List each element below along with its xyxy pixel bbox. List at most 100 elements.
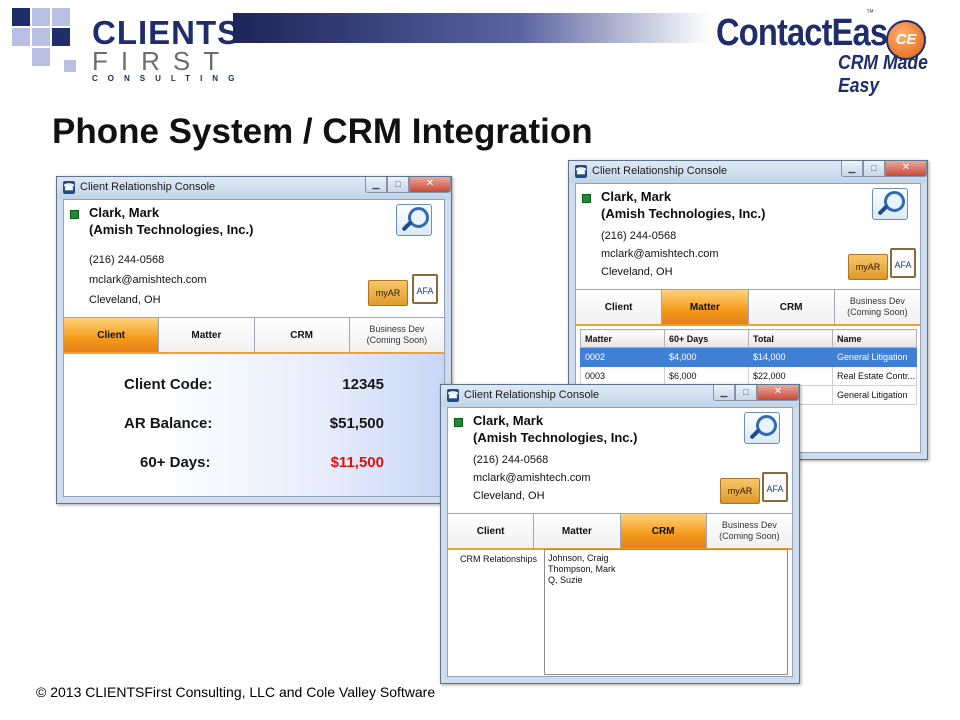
contact-name: Clark, Mark <box>89 205 160 220</box>
tab-crm[interactable]: CRM <box>254 318 350 352</box>
close-button[interactable]: ✕ <box>885 161 927 177</box>
contact-phone[interactable]: (216) 244-0568 <box>89 254 164 266</box>
tab-business-dev-label: Business Dev <box>721 520 777 530</box>
console-body: Clark, Mark (Amish Technologies, Inc.) (… <box>63 199 445 497</box>
magnifier-icon <box>756 415 777 436</box>
console-body: Clark, Mark (Amish Technologies, Inc.) (… <box>447 407 793 677</box>
contactease-tagline: CRM Made Easy <box>838 52 928 97</box>
logo-line-consulting: CONSULTING <box>92 74 245 83</box>
cell-total: $22,000 <box>748 366 833 386</box>
table-row[interactable]: 0002 $4,000 $14,000 General Litigation <box>580 347 917 367</box>
tab-business-dev[interactable]: Business Dev (Coming Soon) <box>834 290 920 324</box>
contactease-name: ContactEase <box>716 12 905 54</box>
contact-company: (Amish Technologies, Inc.) <box>473 430 638 445</box>
tab-matter[interactable]: Matter <box>159 318 255 352</box>
tab-client[interactable]: Client <box>448 514 535 548</box>
column-header-matter[interactable]: Matter <box>580 329 665 348</box>
phone-app-icon: ☎ <box>63 181 75 194</box>
slide-footer: © 2013 CLIENTSFirst Consulting, LLC and … <box>36 684 436 700</box>
myar-button[interactable]: myAR <box>368 280 408 306</box>
contact-location: Cleveland, OH <box>601 266 673 278</box>
column-header-name[interactable]: Name <box>832 329 917 348</box>
window-title: Client Relationship Console <box>80 181 216 193</box>
ar-balance-value: $51,500 <box>329 415 384 432</box>
logo-line-clients: CLIENTS <box>92 14 241 51</box>
afa-button[interactable]: AFA <box>890 248 916 278</box>
cell-60-days: $6,000 <box>664 366 749 386</box>
tab-matter[interactable]: Matter <box>534 514 621 548</box>
contact-location: Cleveland, OH <box>89 294 161 306</box>
minimize-button[interactable]: ▁ <box>713 385 735 401</box>
close-button[interactable]: ✕ <box>757 385 799 401</box>
tab-crm[interactable]: CRM <box>620 514 707 548</box>
myar-button[interactable]: myAR <box>720 478 760 504</box>
contact-email[interactable]: mclark@amishtech.com <box>601 248 719 260</box>
minimize-button[interactable]: ▁ <box>841 161 863 177</box>
contact-name-block: Clark, Mark (Amish Technologies, Inc.) <box>601 188 765 222</box>
contact-name-block: Clark, Mark (Amish Technologies, Inc.) <box>473 412 637 446</box>
contact-location: Cleveland, OH <box>473 490 545 502</box>
phone-app-icon: ☎ <box>575 165 587 178</box>
column-header-total[interactable]: Total <box>748 329 833 348</box>
contact-company: (Amish Technologies, Inc.) <box>601 206 766 221</box>
myar-button[interactable]: myAR <box>848 254 888 280</box>
slide-title: Phone System / CRM Integration <box>52 112 593 151</box>
list-item[interactable]: Johnson, Craig <box>548 553 784 564</box>
maximize-button[interactable]: □ <box>735 385 757 401</box>
client-summary-panel: Client Code: 12345 AR Balance: $51,500 6… <box>64 354 444 496</box>
console-window-crm[interactable]: ☎ Client Relationship Console ▁ □ ✕ Clar… <box>440 384 800 684</box>
window-title: Client Relationship Console <box>464 389 600 401</box>
window-titlebar[interactable]: ☎ Client Relationship Console ▁ □ ✕ <box>569 161 927 183</box>
contact-name: Clark, Mark <box>601 189 672 204</box>
tab-bar: Client Matter CRM Business Dev (Coming So… <box>448 513 792 550</box>
console-window-client[interactable]: ☎ Client Relationship Console ▁ □ ✕ Clar… <box>56 176 452 504</box>
presence-status-icon <box>582 194 591 203</box>
contact-phone[interactable]: (216) 244-0568 <box>473 454 548 466</box>
tab-client[interactable]: Client <box>576 290 663 324</box>
window-titlebar[interactable]: ☎ Client Relationship Console ▁ □ ✕ <box>57 177 451 199</box>
matter-table-header: Matter 60+ Days Total Name <box>580 329 917 348</box>
close-button[interactable]: ✕ <box>409 177 451 193</box>
decorative-squares <box>12 8 82 78</box>
afa-button[interactable]: AFA <box>762 472 788 502</box>
maximize-button[interactable]: □ <box>387 177 409 193</box>
tab-client[interactable]: Client <box>64 318 160 352</box>
presence-status-icon <box>70 210 79 219</box>
contact-phone[interactable]: (216) 244-0568 <box>601 230 676 242</box>
minimize-button[interactable]: ▁ <box>365 177 387 193</box>
cell-matter: 0002 <box>580 347 665 367</box>
tab-business-dev-label: Business Dev <box>369 324 425 334</box>
tab-business-dev[interactable]: Business Dev (Coming Soon) <box>706 514 792 548</box>
list-item[interactable]: Q, Suzie <box>548 575 784 586</box>
tab-business-dev-sublabel: (Coming Soon) <box>366 335 428 345</box>
contactease-logo: ContactEase ™ CE CRM Made Easy <box>716 4 956 97</box>
crm-relationships-list[interactable]: Johnson, Craig Thompson, Mark Q, Suzie <box>544 549 788 675</box>
tab-matter[interactable]: Matter <box>662 290 749 324</box>
contact-company: (Amish Technologies, Inc.) <box>89 222 254 237</box>
tab-business-dev-label: Business Dev <box>849 296 905 306</box>
tab-business-dev[interactable]: Business Dev (Coming Soon) <box>349 318 444 352</box>
cell-name: General Litigation <box>832 385 917 405</box>
search-button[interactable] <box>396 204 432 236</box>
window-titlebar[interactable]: ☎ Client Relationship Console ▁ □ ✕ <box>441 385 799 407</box>
tab-business-dev-sublabel: (Coming Soon) <box>847 307 908 317</box>
search-button[interactable] <box>872 188 908 220</box>
tab-bar: Client Matter CRM Business Dev (Coming So… <box>64 317 444 354</box>
cell-60-days: $4,000 <box>664 347 749 367</box>
contact-email[interactable]: mclark@amishtech.com <box>473 472 591 484</box>
tab-bar: Client Matter CRM Business Dev (Coming So… <box>576 289 920 326</box>
client-code-label: Client Code: <box>124 376 213 393</box>
crm-relationships-label: CRM Relationships <box>460 554 538 564</box>
search-button[interactable] <box>744 412 780 444</box>
tab-business-dev-sublabel: (Coming Soon) <box>719 531 780 541</box>
client-code-value: 12345 <box>342 376 384 393</box>
table-row[interactable]: 0003 $6,000 $22,000 Real Estate Contr... <box>580 366 917 386</box>
tab-crm[interactable]: CRM <box>748 290 835 324</box>
list-item[interactable]: Thompson, Mark <box>548 564 784 575</box>
column-header-60-days[interactable]: 60+ Days <box>664 329 749 348</box>
maximize-button[interactable]: □ <box>863 161 885 177</box>
clientsfirst-logo: CLIENTS FIRST CONSULTING <box>92 14 245 84</box>
phone-app-icon: ☎ <box>447 389 459 402</box>
contact-email[interactable]: mclark@amishtech.com <box>89 274 207 286</box>
afa-button[interactable]: AFA <box>412 274 438 304</box>
